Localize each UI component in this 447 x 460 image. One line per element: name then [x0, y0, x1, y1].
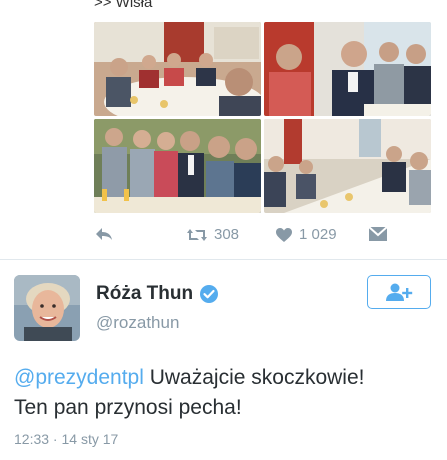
- photo-1[interactable]: [94, 22, 261, 116]
- photo-3[interactable]: [94, 119, 261, 213]
- retweet-count: 308: [214, 226, 240, 243]
- like-count: 1 029: [299, 226, 337, 243]
- tweet-text: @prezydentpl Uważajcie skoczkowie! Ten p…: [14, 363, 439, 423]
- mention-link[interactable]: @prezydentpl: [14, 366, 144, 389]
- verified-badge-icon: [200, 285, 219, 303]
- follow-button[interactable]: [367, 275, 431, 309]
- follow-user-icon: [386, 283, 413, 301]
- heart-icon: [276, 227, 292, 242]
- photo-grid: [94, 22, 431, 213]
- photo-4[interactable]: [264, 119, 431, 213]
- retweet-icon: [187, 228, 207, 241]
- user-handle[interactable]: @rozathun: [96, 313, 179, 333]
- timestamp[interactable]: 12:33 · 14 sty 17: [14, 431, 118, 447]
- tweet-action-bar: 308 1 029: [94, 226, 434, 250]
- envelope-icon: [368, 226, 388, 241]
- retweet-button[interactable]: 308: [186, 226, 239, 243]
- photo-2[interactable]: [264, 22, 431, 116]
- avatar[interactable]: [14, 275, 80, 341]
- divider: [0, 259, 447, 260]
- reply-button[interactable]: [94, 226, 114, 242]
- direct-message-button[interactable]: [368, 226, 388, 242]
- display-name[interactable]: Róża Thun: [96, 283, 193, 305]
- tweet-text-line1: Uważajcie skoczkowie!: [143, 366, 365, 389]
- parent-tweet-text-fragment: >> Wisła: [94, 0, 153, 11]
- display-name-row: Róża Thun: [96, 283, 219, 305]
- like-button[interactable]: 1 029: [275, 226, 337, 243]
- tweet-text-line2: Ten pan przynosi pecha!: [14, 396, 242, 419]
- reply-icon: [96, 228, 112, 240]
